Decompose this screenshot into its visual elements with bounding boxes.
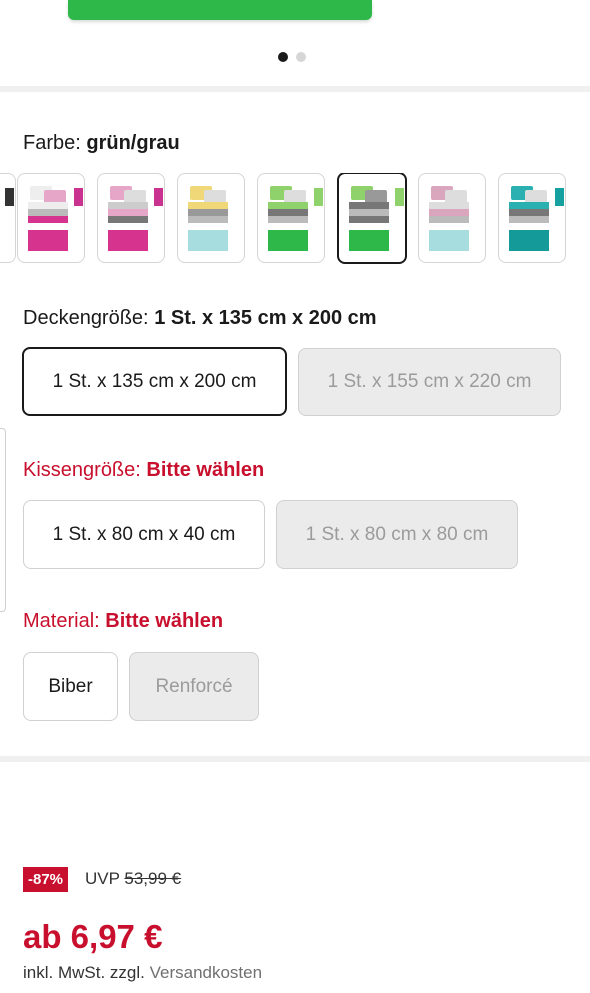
- duvet-size-option-155x220[interactable]: 1 St. x 155 cm x 220 cm: [298, 348, 561, 416]
- carousel-dot-1[interactable]: [278, 52, 288, 62]
- material-option-renforce[interactable]: Renforcé: [129, 652, 259, 721]
- material-label-row: Material: Bitte wählen: [23, 610, 223, 633]
- duvet-size-label: Deckengröße:: [23, 307, 149, 329]
- color-swatch-pink-2[interactable]: [97, 173, 165, 263]
- carousel-dot-2[interactable]: [296, 52, 306, 62]
- product-image[interactable]: [68, 0, 372, 20]
- uvp-price: 53,99 €: [124, 869, 182, 888]
- color-swatch-rose[interactable]: [418, 173, 486, 263]
- material-label: Material:: [23, 610, 100, 632]
- color-swatch-yellow[interactable]: [177, 173, 245, 263]
- tax-note-row: inkl. MwSt. zzgl. Versandkosten: [23, 963, 262, 983]
- color-swatch-pink-1[interactable]: [17, 173, 85, 263]
- discount-badge: -87%: [23, 867, 69, 892]
- pillow-size-label: Kissengröße:: [23, 459, 141, 481]
- uvp-row: UVP 53,99 €: [85, 869, 181, 889]
- duvet-size-option-135x200[interactable]: 1 St. x 135 cm x 200 cm: [22, 347, 287, 416]
- pillow-size-value: Bitte wählen: [146, 459, 265, 481]
- pillow-size-label-row: Kissengröße: Bitte wählen: [23, 459, 264, 482]
- duvet-size-value: 1 St. x 135 cm x 200 cm: [154, 307, 377, 329]
- duvet-size-label-row: Deckengröße: 1 St. x 135 cm x 200 cm: [23, 307, 377, 330]
- product-price: ab 6,97 €: [23, 918, 163, 955]
- color-swatch-green-grey-selected[interactable]: [337, 173, 407, 264]
- material-option-biber[interactable]: Biber: [23, 652, 118, 721]
- material-value: Bitte wählen: [105, 610, 224, 632]
- color-swatch-0[interactable]: [0, 173, 16, 263]
- uvp-label: UVP: [85, 869, 120, 888]
- carousel-dots: [278, 52, 306, 62]
- color-label: Farbe:: [23, 132, 81, 154]
- section-divider-2: [0, 756, 590, 762]
- color-swatch-green-1[interactable]: [257, 173, 325, 263]
- color-swatches: [0, 173, 590, 265]
- side-panel-handle[interactable]: [0, 428, 6, 612]
- color-swatch-teal[interactable]: [498, 173, 566, 263]
- section-divider: [0, 86, 590, 92]
- pillow-size-option-80x80[interactable]: 1 St. x 80 cm x 80 cm: [276, 500, 518, 569]
- color-label-row: Farbe: grün/grau: [23, 132, 180, 155]
- color-value: grün/grau: [86, 132, 180, 154]
- tax-note: inkl. MwSt. zzgl.: [23, 963, 145, 982]
- shipping-costs-link[interactable]: Versandkosten: [150, 963, 262, 982]
- pillow-size-option-80x40[interactable]: 1 St. x 80 cm x 40 cm: [23, 500, 265, 569]
